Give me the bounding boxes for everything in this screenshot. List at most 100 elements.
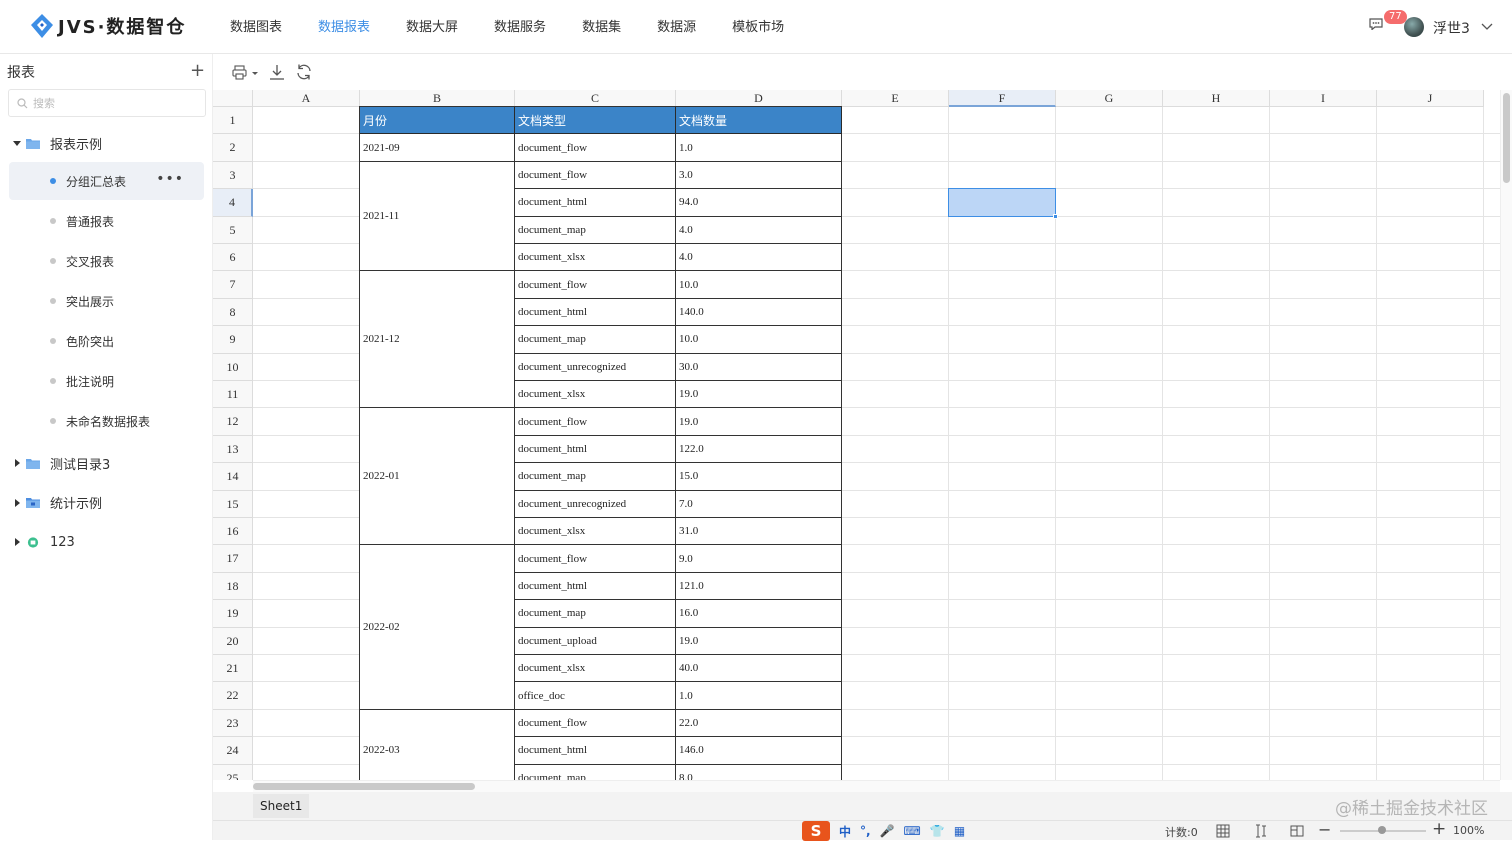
row-header[interactable]: 6 xyxy=(213,244,253,272)
doc-count-cell[interactable]: 1.0 xyxy=(676,134,842,162)
row-header[interactable]: 3 xyxy=(213,161,253,190)
doc-type-cell[interactable]: document_html xyxy=(515,435,676,464)
refresh-icon[interactable] xyxy=(295,63,313,81)
doc-count-cell[interactable]: 15.0 xyxy=(676,463,842,491)
row-header[interactable]: 13 xyxy=(213,435,253,464)
doc-count-cell[interactable]: 146.0 xyxy=(676,737,842,765)
doc-count-cell[interactable]: 30.0 xyxy=(676,353,842,381)
column-header[interactable]: I xyxy=(1270,90,1377,107)
doc-type-cell[interactable]: document_flow xyxy=(515,709,676,738)
column-header[interactable]: H xyxy=(1163,90,1270,107)
row-header[interactable]: 8 xyxy=(213,298,253,327)
nav-item[interactable]: 模板市场 xyxy=(732,0,784,54)
month-cell[interactable]: 2021-12 xyxy=(360,271,515,409)
tree-folder[interactable]: 测试目录3 xyxy=(0,445,213,481)
row-header[interactable]: 2 xyxy=(213,134,253,162)
column-header[interactable]: J xyxy=(1377,90,1484,107)
sheet-tab[interactable]: Sheet1 xyxy=(253,794,310,818)
table-header-cell[interactable]: 文档类型 xyxy=(515,107,676,135)
doc-count-cell[interactable]: 94.0 xyxy=(676,189,842,217)
table-header-cell[interactable]: 文档数量 xyxy=(676,107,842,135)
column-header[interactable]: C xyxy=(515,90,676,107)
doc-type-cell[interactable]: document_xlsx xyxy=(515,244,676,272)
spreadsheet-grid[interactable]: A B C D E F G H I J 1 2 3 4 5 6 7 8 9 10 11 12 13 14 15 16 17 18 19 2… xyxy=(213,90,1500,780)
doc-count-cell[interactable]: 16.0 xyxy=(676,600,842,628)
doc-type-cell[interactable]: document_html xyxy=(515,737,676,765)
doc-count-cell[interactable]: 1.0 xyxy=(676,682,842,710)
doc-type-cell[interactable]: document_upload xyxy=(515,627,676,655)
tree-report-item[interactable]: 批注说明 xyxy=(9,362,204,400)
zoom-in-button[interactable]: + xyxy=(1432,819,1446,839)
ime-item[interactable]: °, xyxy=(860,824,871,838)
doc-count-cell[interactable]: 40.0 xyxy=(676,655,842,683)
row-header[interactable]: 11 xyxy=(213,381,253,409)
ime-item[interactable]: ▦ xyxy=(954,824,965,838)
month-cell[interactable]: 2021-09 xyxy=(360,134,515,162)
row-header[interactable]: 9 xyxy=(213,326,253,354)
row-header[interactable]: 15 xyxy=(213,490,253,518)
column-header[interactable]: B xyxy=(360,90,515,107)
add-icon[interactable]: + xyxy=(190,62,205,80)
doc-type-cell[interactable]: document_map xyxy=(515,600,676,628)
doc-count-cell[interactable]: 31.0 xyxy=(676,518,842,546)
nav-item[interactable]: 数据大屏 xyxy=(406,0,458,54)
doc-count-cell[interactable]: 8.0 xyxy=(676,764,842,780)
zoom-slider-knob[interactable] xyxy=(1378,826,1386,834)
page-layout-view-icon[interactable] xyxy=(1290,824,1304,838)
horizontal-scroll-thumb[interactable] xyxy=(253,783,475,790)
tree-report-item[interactable]: 未命名数据报表 xyxy=(9,402,204,440)
doc-count-cell[interactable]: 121.0 xyxy=(676,572,842,601)
doc-count-cell[interactable]: 9.0 xyxy=(676,545,842,573)
row-header[interactable]: 7 xyxy=(213,271,253,299)
chevron-down-icon[interactable] xyxy=(1481,20,1493,32)
ime-item[interactable]: 🎤 xyxy=(880,824,895,838)
row-header[interactable]: 14 xyxy=(213,463,253,491)
doc-type-cell[interactable]: document_flow xyxy=(515,134,676,162)
doc-type-cell[interactable]: office_doc xyxy=(515,682,676,710)
doc-count-cell[interactable]: 4.0 xyxy=(676,216,842,244)
zoom-out-button[interactable]: − xyxy=(1318,820,1331,839)
search-input[interactable]: 搜索 xyxy=(8,89,206,117)
row-header[interactable]: 23 xyxy=(213,709,253,738)
row-header[interactable]: 5 xyxy=(213,216,253,244)
doc-count-cell[interactable]: 122.0 xyxy=(676,435,842,464)
doc-type-cell[interactable]: document_map xyxy=(515,463,676,491)
print-icon[interactable] xyxy=(232,63,262,81)
month-cell[interactable]: 2021-11 xyxy=(360,161,515,272)
doc-count-cell[interactable]: 22.0 xyxy=(676,709,842,738)
doc-type-cell[interactable]: document_map xyxy=(515,326,676,354)
doc-count-cell[interactable]: 7.0 xyxy=(676,490,842,518)
doc-type-cell[interactable]: document_flow xyxy=(515,271,676,299)
nav-item[interactable]: 数据源 xyxy=(657,0,696,54)
tree-folder[interactable]: 统计示例 xyxy=(0,485,213,521)
select-all-corner[interactable] xyxy=(213,90,253,107)
doc-count-cell[interactable]: 4.0 xyxy=(676,244,842,272)
doc-type-cell[interactable]: document_xlsx xyxy=(515,381,676,409)
doc-type-cell[interactable]: document_flow xyxy=(515,545,676,573)
avatar[interactable] xyxy=(1404,17,1424,37)
doc-type-cell[interactable]: document_html xyxy=(515,298,676,327)
row-header[interactable]: 4 xyxy=(213,189,253,217)
download-icon[interactable] xyxy=(268,63,286,81)
horizontal-scrollbar[interactable] xyxy=(253,780,1500,792)
nav-item[interactable]: 数据图表 xyxy=(230,0,282,54)
app-logo[interactable]: JVS·数据智仓 xyxy=(30,12,186,40)
month-cell[interactable]: 2022-01 xyxy=(360,408,515,546)
row-header[interactable]: 25 xyxy=(213,764,253,780)
normal-view-icon[interactable] xyxy=(1216,824,1230,838)
month-cell[interactable]: 2022-03 xyxy=(360,709,515,780)
doc-type-cell[interactable]: document_flow xyxy=(515,161,676,190)
ime-item[interactable]: ⌨ xyxy=(904,824,921,838)
row-header[interactable]: 18 xyxy=(213,572,253,601)
doc-type-cell[interactable]: document_unrecognized xyxy=(515,490,676,518)
column-header[interactable]: G xyxy=(1056,90,1163,107)
nav-item[interactable]: 数据报表 xyxy=(318,0,370,54)
doc-type-cell[interactable]: document_html xyxy=(515,572,676,601)
page-break-view-icon[interactable] xyxy=(1254,824,1268,838)
row-header[interactable]: 20 xyxy=(213,627,253,655)
row-header[interactable]: 10 xyxy=(213,353,253,381)
caret-right-icon[interactable] xyxy=(12,498,22,508)
caret-down-icon[interactable] xyxy=(12,138,22,148)
doc-count-cell[interactable]: 19.0 xyxy=(676,627,842,655)
column-header[interactable]: F xyxy=(949,90,1056,107)
